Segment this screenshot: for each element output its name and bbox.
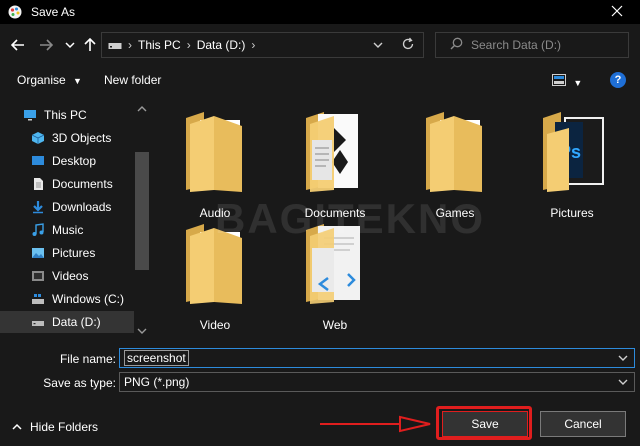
breadcrumb-data-drive[interactable]: Data (D:) [197, 38, 246, 52]
address-bar[interactable]: › This PC › Data (D:) › [101, 32, 424, 58]
sidebar-item-label: Videos [52, 269, 89, 283]
sidebar-item-3d-objects[interactable]: 3D Objects [0, 127, 134, 149]
drive-icon [108, 40, 122, 50]
sidebar-item-label: Pictures [52, 246, 96, 260]
folder-icon [424, 110, 484, 195]
search-icon [450, 37, 463, 53]
sidebar-item-label: Windows (C:) [52, 292, 125, 306]
search-placeholder: Search Data (D:) [471, 38, 562, 52]
up-button[interactable] [80, 36, 100, 56]
save-type-value: PNG (*.png) [124, 375, 190, 389]
folder-label: Pictures [550, 206, 594, 220]
folder-label: Web [322, 318, 348, 332]
sidebar-item-this-pc[interactable]: This PC [0, 104, 134, 126]
video-icon [31, 269, 45, 283]
toolbar: Organise ▼ New folder ▼ [0, 68, 640, 94]
pictures-icon [31, 246, 45, 260]
organise-label: Organise [17, 73, 66, 87]
chevron-right-icon: › [186, 38, 191, 52]
arrow-right-icon [39, 38, 54, 55]
save-type-label: Save as type: [43, 376, 116, 390]
folder-label: Video [199, 318, 231, 332]
sidebar-item-label: Desktop [52, 154, 97, 168]
app-icon [7, 4, 23, 20]
close-button[interactable] [594, 0, 640, 24]
back-button[interactable] [8, 36, 28, 56]
sidebar-item-videos[interactable]: Videos [0, 265, 134, 287]
hide-folders-button[interactable]: Hide Folders [12, 420, 98, 434]
music-icon [31, 223, 45, 237]
hide-folders-label: Hide Folders [30, 420, 99, 434]
drive-windows-icon [31, 292, 45, 306]
folder-icon [184, 110, 244, 195]
chevron-down-icon[interactable] [618, 376, 628, 390]
sidebar-item-windows-drive[interactable]: Windows (C:) [0, 288, 134, 310]
sidebar-item-downloads[interactable]: Downloads [0, 196, 134, 218]
folder-documents-icon [304, 110, 364, 195]
window-title: Save As [31, 5, 76, 19]
refresh-icon[interactable] [401, 37, 415, 54]
save-button[interactable]: Save [442, 411, 528, 437]
organise-menu[interactable]: Organise ▼ [17, 73, 82, 87]
sidebar-item-label: Music [52, 223, 84, 237]
sidebar-item-data-drive[interactable]: Data (D:) [0, 311, 134, 333]
sidebar-item-label: 3D Objects [52, 131, 112, 145]
folder-photoshop-icon: Ps [541, 110, 605, 195]
chevron-up-icon [12, 420, 22, 434]
document-icon [31, 177, 45, 191]
caret-down-icon: ▼ [573, 78, 583, 88]
address-dropdown-icon[interactable] [373, 39, 383, 53]
help-icon[interactable]: ? [610, 72, 626, 88]
drive-icon [31, 315, 45, 329]
save-type-select[interactable]: PNG (*.png) [119, 372, 635, 392]
sidebar-item-label: Downloads [52, 200, 112, 214]
file-name-input[interactable]: screenshot [119, 348, 635, 368]
watermark: BAGITEKNO [215, 195, 485, 242]
sidebar-item-pictures[interactable]: Pictures [0, 242, 134, 264]
navigation-pane: This PC 3D Objects Desktop Documents Dow… [0, 100, 150, 336]
sidebar-item-label: This PC [44, 108, 87, 122]
sidebar-item-label: Data (D:) [52, 315, 101, 329]
cube-icon [31, 131, 45, 145]
sidebar-item-music[interactable]: Music [0, 219, 134, 241]
desktop-icon [31, 154, 45, 168]
forward-button[interactable] [36, 36, 56, 56]
scrollbar-thumb[interactable] [135, 152, 149, 270]
search-input[interactable]: Search Data (D:) [435, 32, 629, 58]
new-folder-button[interactable]: New folder [104, 73, 161, 87]
file-name-value: screenshot [124, 350, 189, 366]
chevron-right-icon: › [251, 38, 256, 52]
recent-locations-button[interactable] [60, 36, 80, 56]
sidebar-item-label: Documents [52, 177, 113, 191]
folder-item-pictures[interactable]: Ps Pictures [527, 110, 617, 220]
chevron-down-icon [65, 39, 75, 53]
file-name-label: File name: [59, 352, 116, 366]
pc-icon [23, 108, 37, 122]
close-icon [611, 5, 623, 20]
sidebar-item-documents[interactable]: Documents [0, 173, 134, 195]
annotation-arrow-icon [320, 415, 431, 433]
view-options-button[interactable]: ▼ [552, 74, 582, 89]
chevron-down-icon[interactable] [618, 352, 628, 366]
scroll-up-icon[interactable] [137, 102, 147, 116]
arrow-up-icon [83, 37, 97, 55]
download-icon [31, 200, 45, 214]
view-icon [552, 74, 566, 89]
scroll-down-icon[interactable] [137, 324, 147, 338]
title-bar: Save As [0, 0, 640, 24]
arrow-left-icon [10, 38, 25, 55]
caret-down-icon: ▼ [73, 76, 82, 86]
chevron-right-icon: › [128, 38, 132, 52]
breadcrumb-this-pc[interactable]: This PC [138, 38, 181, 52]
sidebar-item-desktop[interactable]: Desktop [0, 150, 134, 172]
cancel-button[interactable]: Cancel [540, 411, 626, 437]
